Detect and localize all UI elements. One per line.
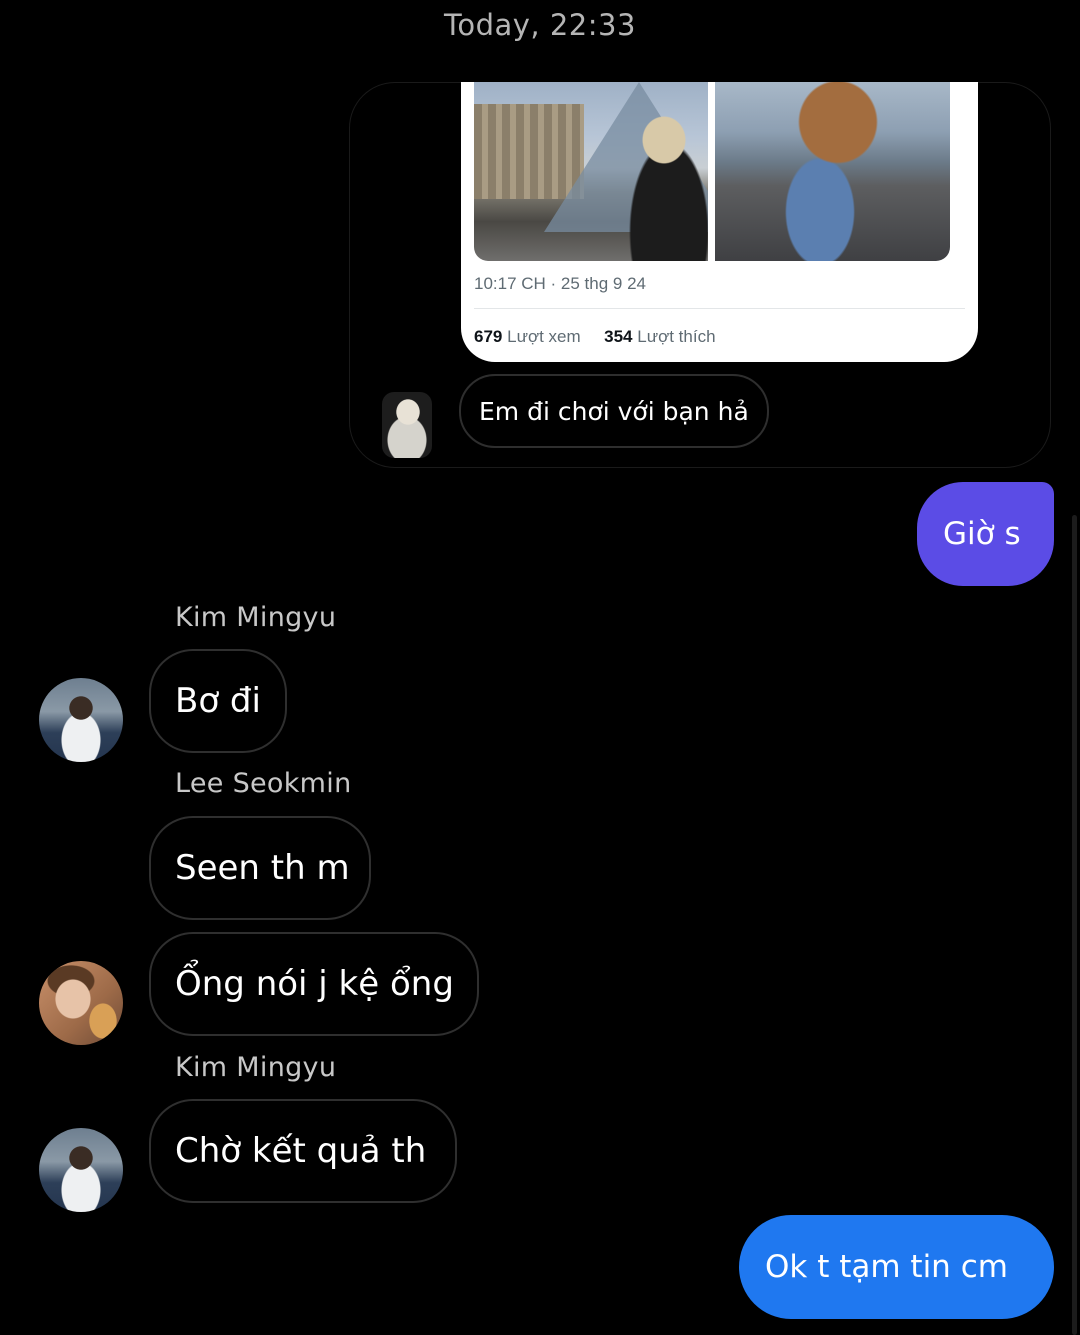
shared-post-card[interactable]: 10:17 CH · 25 thg 9 24 679 Lượt xem 354 … [461, 82, 978, 362]
incoming-message-bubble[interactable]: Ổng nói j kệ ổng [149, 932, 479, 1036]
likes-label: Lượt thích [637, 327, 716, 346]
message-text: Ok t tạm tin cm [765, 1249, 1008, 1285]
message-text: Giờ s [943, 516, 1021, 552]
avatar[interactable] [39, 1128, 123, 1212]
post-photo-1[interactable] [474, 82, 708, 261]
avatar[interactable] [39, 961, 123, 1045]
outgoing-message-bubble[interactable]: Ok t tạm tin cm [739, 1215, 1054, 1319]
reply-message-text: Em đi chơi với bạn hả [479, 396, 749, 426]
post-stats: 679 Lượt xem 354 Lượt thích [474, 327, 716, 347]
views-label: Lượt xem [507, 327, 581, 346]
seated-person-image [780, 82, 890, 261]
reply-sender-avatar[interactable] [382, 392, 432, 458]
avatar[interactable] [39, 678, 123, 762]
scrollbar[interactable] [1072, 515, 1077, 1335]
person-image [629, 112, 708, 261]
sender-name: Kim Mingyu [175, 1052, 337, 1083]
message-text: Bơ đi [175, 681, 261, 721]
incoming-message-bubble[interactable]: Bơ đi [149, 649, 287, 753]
message-text: Ổng nói j kệ ổng [175, 964, 454, 1004]
sender-name: Lee Seokmin [175, 768, 352, 799]
incoming-message-bubble[interactable]: Seen th m [149, 816, 371, 920]
message-timestamp: Today, 22:33 [444, 8, 636, 42]
likes-count: 354 [604, 327, 633, 346]
views-count: 679 [474, 327, 503, 346]
sender-name: Kim Mingyu [175, 602, 337, 633]
outgoing-message-bubble[interactable]: Giờ s [917, 482, 1054, 586]
message-text: Seen th m [175, 848, 350, 888]
post-divider [474, 308, 965, 309]
incoming-message-bubble[interactable]: Chờ kết quả th [149, 1099, 457, 1203]
message-text: Chờ kết quả th [175, 1131, 427, 1171]
reply-message-bubble[interactable]: Em đi chơi với bạn hả [459, 374, 769, 448]
shared-post-reply[interactable]: 10:17 CH · 25 thg 9 24 679 Lượt xem 354 … [349, 82, 1051, 468]
post-time-date: 10:17 CH · 25 thg 9 24 [474, 274, 647, 293]
post-photo-2[interactable] [715, 82, 950, 261]
